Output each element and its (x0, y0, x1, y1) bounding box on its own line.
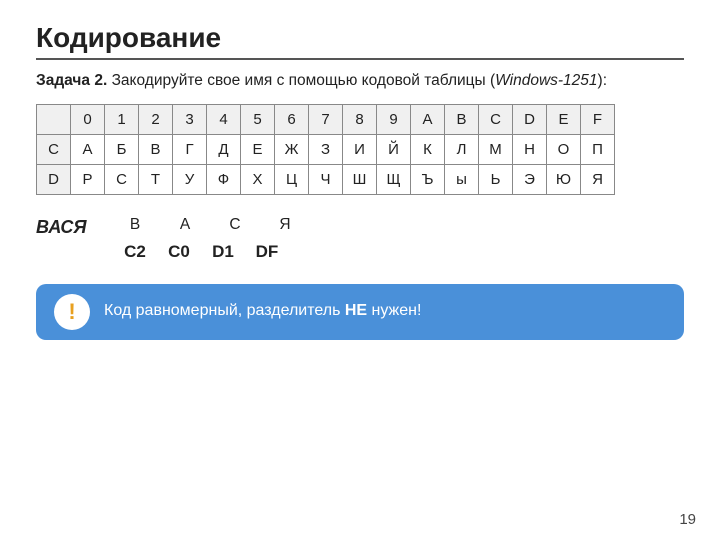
example-codes-block: В А С Я C2 C0 D1 DF (120, 213, 300, 265)
task-text-main: Закодируйте свое имя с помощью кодовой т… (107, 72, 607, 89)
encoding-table: 0 1 2 3 4 5 6 7 8 9 A B C D E F C А Б (36, 104, 615, 195)
table-cell: Ю (547, 165, 581, 195)
example-word: ВАСЯ (36, 217, 96, 238)
table-cell: Е (241, 135, 275, 165)
table-cell: Й (377, 135, 411, 165)
codes-row: C2 C0 D1 DF (120, 239, 300, 265)
notice-box: ! Код равномерный, разделитель НЕ нужен! (36, 284, 684, 340)
page-number: 19 (679, 511, 696, 528)
task-italic: Windows-1251 (495, 72, 597, 89)
table-cell: D (513, 105, 547, 135)
table-cell: 5 (241, 105, 275, 135)
table-cell: О (547, 135, 581, 165)
letters-row: В А С Я (120, 213, 300, 237)
code-c2: C2 (120, 239, 150, 265)
table-cell: C (479, 105, 513, 135)
table-cell: Д (207, 135, 241, 165)
table-cell: 0 (71, 105, 105, 135)
table-cell: C (37, 135, 71, 165)
table-cell: B (445, 105, 479, 135)
table-cell: С (105, 165, 139, 195)
table-row-c: C А Б В Г Д Е Ж З И Й К Л М Н О П (37, 135, 615, 165)
table-cell: Щ (377, 165, 411, 195)
table-cell: Ж (275, 135, 309, 165)
table-header-row: 0 1 2 3 4 5 6 7 8 9 A B C D E F (37, 105, 615, 135)
table-cell: П (581, 135, 615, 165)
table-cell: И (343, 135, 377, 165)
table-cell: Л (445, 135, 479, 165)
table-cell: К (411, 135, 445, 165)
table-row-d: D Р С Т У Ф Х Ц Ч Ш Щ Ъ ы Ь Э Ю Я (37, 165, 615, 195)
table-cell: 2 (139, 105, 173, 135)
table-cell: F (581, 105, 615, 135)
table-cell: 7 (309, 105, 343, 135)
table-cell: З (309, 135, 343, 165)
letter-ya: Я (270, 213, 300, 237)
table-cell: Я (581, 165, 615, 195)
table-cell: У (173, 165, 207, 195)
page: Кодирование Задача 2. Закодируйте свое и… (0, 0, 720, 540)
table-cell: Ф (207, 165, 241, 195)
letter-v: В (120, 213, 150, 237)
table-cell: 9 (377, 105, 411, 135)
table-cell: ы (445, 165, 479, 195)
letter-s: С (220, 213, 250, 237)
table-cell: 3 (173, 105, 207, 135)
table-cell: Т (139, 165, 173, 195)
notice-icon-circle: ! (54, 294, 90, 330)
code-d1: D1 (208, 239, 238, 265)
code-df: DF (252, 239, 282, 265)
table-cell: E (547, 105, 581, 135)
table-cell: Ц (275, 165, 309, 195)
notice-text-after: нужен! (367, 302, 421, 319)
table-cell: М (479, 135, 513, 165)
task-label: Задача 2. (36, 72, 107, 89)
notice-text-before: Код равномерный, разделитель (104, 302, 345, 319)
table-cell: 1 (105, 105, 139, 135)
example-section: ВАСЯ В А С Я C2 C0 D1 DF (36, 213, 684, 265)
table-cell: Ь (479, 165, 513, 195)
table-cell: Х (241, 165, 275, 195)
table-cell: Б (105, 135, 139, 165)
table-cell: Э (513, 165, 547, 195)
notice-bold-text: НЕ (345, 302, 367, 319)
table-cell: 8 (343, 105, 377, 135)
table-cell: Р (71, 165, 105, 195)
exclamation-icon: ! (68, 301, 75, 323)
table-cell: Г (173, 135, 207, 165)
table-cell: 4 (207, 105, 241, 135)
table-cell: D (37, 165, 71, 195)
task-description: Задача 2. Закодируйте свое имя с помощью… (36, 70, 684, 92)
table-cell: 6 (275, 105, 309, 135)
table-cell: Ч (309, 165, 343, 195)
page-title: Кодирование (36, 22, 684, 60)
letter-a: А (170, 213, 200, 237)
notice-text: Код равномерный, разделитель НЕ нужен! (104, 301, 421, 322)
table-cell (37, 105, 71, 135)
table-cell: Н (513, 135, 547, 165)
table-cell: А (71, 135, 105, 165)
table-cell: Ъ (411, 165, 445, 195)
table-cell: Ш (343, 165, 377, 195)
code-c0: C0 (164, 239, 194, 265)
table-cell: В (139, 135, 173, 165)
table-cell: A (411, 105, 445, 135)
